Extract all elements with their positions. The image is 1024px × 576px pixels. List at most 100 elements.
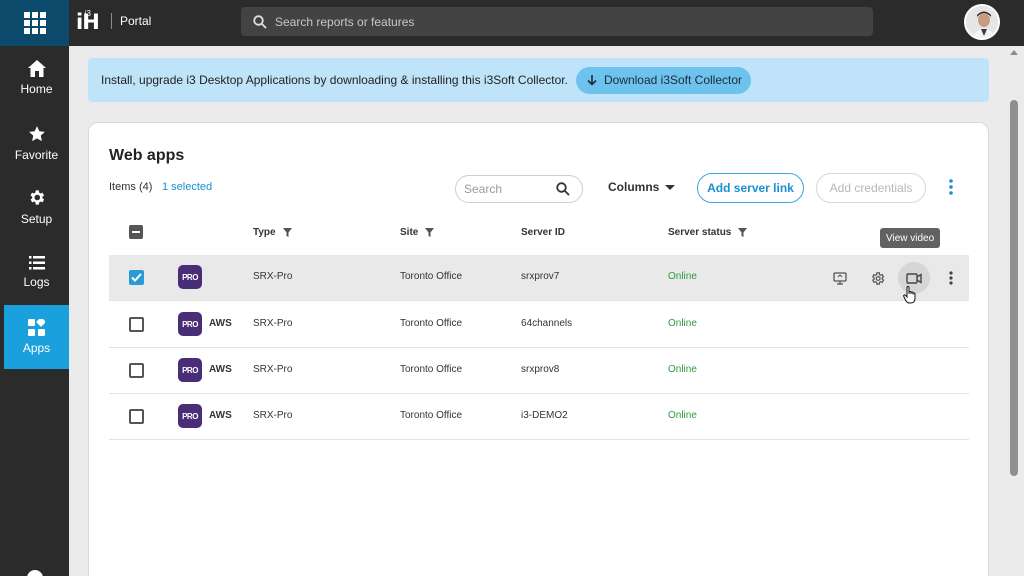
grid-icon	[23, 12, 46, 34]
install-banner: Install, upgrade i3 Desktop Applications…	[88, 58, 989, 102]
cell-type: SRX-Pro	[253, 271, 293, 282]
cell-server-status: Online	[668, 271, 697, 282]
page-title: Web apps	[109, 147, 185, 164]
table-row[interactable]: PRO AWS SRX-Pro Toronto Office srxprov8 …	[109, 348, 969, 394]
user-photo	[966, 6, 998, 38]
download-collector-button[interactable]: Download i3Soft Collector	[575, 66, 752, 94]
brand-logo[interactable]: iH i3	[76, 8, 105, 36]
cell-site: Toronto Office	[400, 410, 463, 421]
more-options-icon[interactable]	[949, 179, 953, 195]
table-search-input[interactable]	[464, 182, 556, 196]
cell-site: Toronto Office	[400, 271, 463, 282]
view-video-tooltip: View video	[880, 228, 941, 248]
row-checkbox[interactable]	[129, 317, 144, 332]
app-launcher-button[interactable]	[0, 0, 69, 46]
provider-label: AWS	[209, 410, 232, 421]
checkmark-icon	[131, 273, 142, 282]
add-credentials-button[interactable]: Add credentials	[816, 173, 926, 203]
cell-type: SRX-Pro	[253, 410, 293, 421]
cell-server-id: i3-DEMO2	[521, 410, 568, 421]
filter-icon[interactable]	[282, 228, 292, 237]
column-header-server-id: Server ID	[521, 227, 565, 238]
table-header: Type Site Server ID Server status	[109, 219, 969, 247]
banner-text: Install, upgrade i3 Desktop Applications…	[101, 73, 568, 87]
video-camera-icon	[906, 272, 922, 284]
column-header-label: Site	[400, 227, 419, 238]
filter-icon[interactable]	[425, 228, 435, 237]
select-all-checkbox[interactable]	[129, 225, 143, 239]
sidebar-item-label: Home	[20, 82, 53, 96]
scrollbar-thumb[interactable]	[1010, 100, 1018, 476]
row-checkbox[interactable]	[129, 409, 144, 424]
gear-icon	[27, 188, 46, 207]
search-icon	[556, 182, 570, 196]
selected-count-link[interactable]: 1 selected	[162, 181, 212, 193]
sidebar-item-home[interactable]: Home	[4, 46, 69, 110]
sidebar-item-setup[interactable]: Setup	[4, 175, 69, 239]
cell-type: SRX-Pro	[253, 318, 293, 329]
user-avatar[interactable]	[964, 4, 1000, 40]
filter-icon[interactable]	[738, 228, 748, 237]
column-header-type: Type	[253, 227, 292, 238]
cell-server-status: Online	[668, 410, 697, 421]
cell-site: Toronto Office	[400, 364, 463, 375]
global-search-input[interactable]	[275, 14, 835, 29]
items-count: Items (4)	[109, 181, 153, 193]
cell-server-status: Online	[668, 318, 697, 329]
sidebar: Home Favorite Setup Logs Apps	[0, 46, 69, 576]
global-search[interactable]	[241, 7, 873, 36]
column-header-label: Server status	[668, 227, 732, 238]
sidebar-item-apps[interactable]: Apps	[4, 305, 69, 369]
download-collector-label: Download i3Soft Collector	[603, 73, 743, 87]
add-server-link-button[interactable]: Add server link	[697, 173, 804, 203]
provider-label: AWS	[209, 364, 232, 375]
cell-server-status: Online	[668, 364, 697, 375]
cell-type: SRX-Pro	[253, 364, 293, 375]
logo-superscript: i3	[84, 8, 92, 18]
portal-label: Portal	[120, 14, 152, 28]
columns-dropdown[interactable]: Columns	[608, 180, 676, 194]
columns-label: Columns	[608, 180, 660, 194]
scroll-up-icon[interactable]	[1010, 50, 1018, 55]
provider-label: AWS	[209, 318, 232, 329]
pro-badge: PRO	[178, 404, 202, 428]
sidebar-item-label: Favorite	[14, 147, 59, 162]
apps-icon	[28, 319, 45, 336]
column-header-label: Type	[253, 227, 276, 238]
row-checkbox[interactable]	[129, 270, 144, 285]
column-header-server-status: Server status	[668, 227, 748, 238]
logo-divider	[111, 13, 112, 29]
row-more-options-icon[interactable]	[935, 262, 967, 294]
column-header-site: Site	[400, 227, 435, 238]
list-icon	[28, 255, 45, 270]
cell-server-id: srxprov7	[521, 271, 560, 282]
remote-desktop-icon[interactable]	[824, 262, 856, 294]
sidebar-item-label: Apps	[22, 341, 51, 355]
hand-cursor-icon	[903, 285, 917, 309]
table-search[interactable]	[455, 175, 583, 203]
cell-site: Toronto Office	[400, 318, 463, 329]
cell-server-id: srxprov8	[521, 364, 560, 375]
sidebar-item-label: Logs	[23, 274, 50, 289]
download-arrow-icon	[587, 74, 597, 86]
web-apps-card: Web apps Items (4) 1 selected Columns Ad…	[88, 122, 989, 576]
sidebar-item-label: Setup	[20, 212, 53, 226]
star-icon	[28, 125, 46, 143]
table-row[interactable]: PRO SRX-Pro Toronto Office srxprov7 Onli…	[109, 255, 969, 301]
table-row[interactable]: PRO AWS SRX-Pro Toronto Office 64channel…	[109, 302, 969, 348]
pro-badge: PRO	[178, 312, 202, 336]
top-bar: iH i3 Portal	[0, 0, 1024, 46]
table-row[interactable]: PRO AWS SRX-Pro Toronto Office i3-DEMO2 …	[109, 394, 969, 440]
home-icon	[27, 60, 46, 77]
sidebar-item-logs[interactable]: Logs	[4, 240, 69, 304]
cell-server-id: 64channels	[521, 318, 573, 329]
search-icon	[253, 14, 267, 29]
pro-badge: PRO	[178, 265, 202, 289]
pro-badge: PRO	[178, 358, 202, 382]
caret-down-icon	[665, 184, 676, 190]
settings-icon[interactable]	[861, 262, 893, 294]
column-header-label: Server ID	[521, 227, 565, 238]
row-checkbox[interactable]	[129, 363, 144, 378]
row-actions	[829, 262, 959, 294]
sidebar-item-favorite[interactable]: Favorite	[4, 111, 69, 175]
